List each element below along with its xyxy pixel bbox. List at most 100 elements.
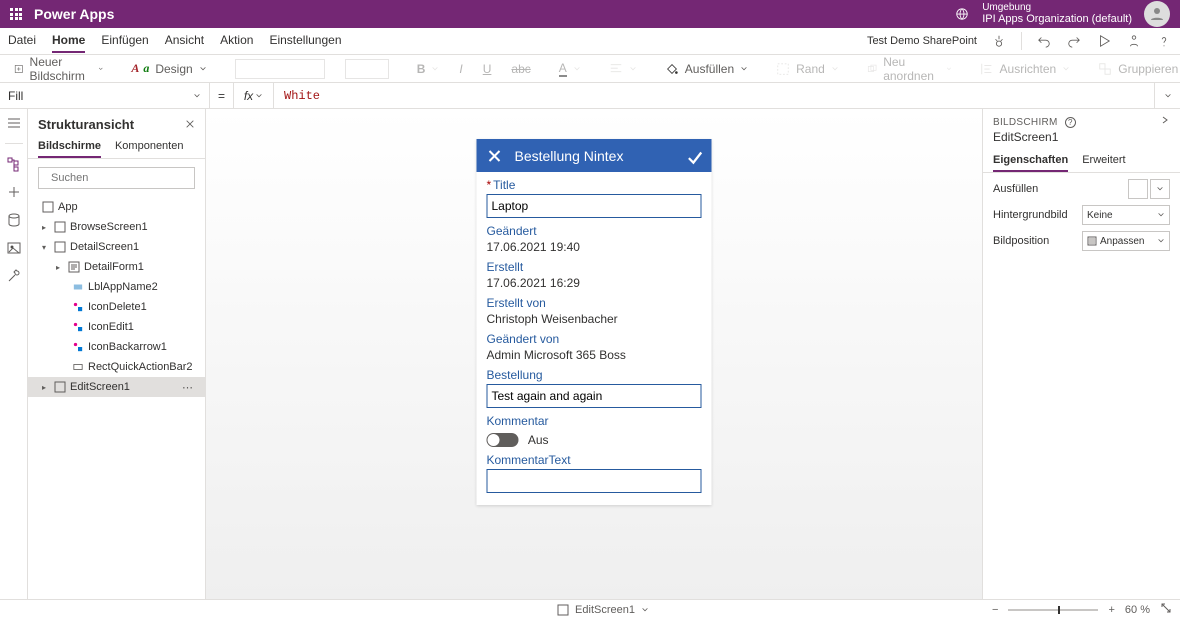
selected-screen-name: EditScreen1 <box>983 130 1180 150</box>
modifiedby-value: Admin Microsoft 365 Boss <box>487 348 702 362</box>
modifiedby-label: Geändert von <box>487 332 702 346</box>
close-icon[interactable] <box>487 148 503 164</box>
tree-item-rect[interactable]: RectQuickActionBar2 <box>28 357 205 377</box>
imagepos-dropdown[interactable]: Anpassen <box>1082 231 1170 251</box>
new-screen-button[interactable]: Neuer Bildschirm <box>8 55 109 83</box>
prop-row-fill: Ausfüllen <box>993 179 1170 199</box>
zoom-out-button[interactable]: − <box>992 604 998 616</box>
rect-icon <box>72 361 84 373</box>
divider <box>1021 32 1022 50</box>
redo-icon[interactable] <box>1066 33 1082 49</box>
imagepos-value: Anpassen <box>1100 236 1144 247</box>
waffle-icon[interactable] <box>10 8 22 20</box>
menu-ansicht[interactable]: Ansicht <box>165 29 204 53</box>
fill-color-picker[interactable] <box>1150 179 1170 199</box>
formula-expand-button[interactable] <box>1154 83 1180 108</box>
form-icon <box>68 261 80 273</box>
undo-icon[interactable] <box>1036 33 1052 49</box>
menu-aktion[interactable]: Aktion <box>220 29 253 53</box>
user-avatar[interactable] <box>1144 1 1170 27</box>
title-input[interactable] <box>487 194 702 218</box>
bgimage-value: Keine <box>1087 210 1113 221</box>
app-preview[interactable]: Bestellung Nintex *Title Geändert 17.06.… <box>477 139 712 505</box>
divider <box>5 143 23 144</box>
group-button: Gruppieren <box>1092 62 1180 76</box>
tree-item-lblappname[interactable]: LblAppName2 <box>28 277 205 297</box>
createdby-label: Erstellt von <box>487 296 702 310</box>
border-label: Rand <box>796 62 825 76</box>
menu-einstellungen[interactable]: Einstellungen <box>269 29 341 53</box>
kommentar-toggle[interactable] <box>487 433 519 447</box>
bestellung-label: Bestellung <box>487 368 702 382</box>
kommentartext-input[interactable] <box>487 469 702 493</box>
environment-icon[interactable] <box>954 6 970 22</box>
help-icon[interactable]: ? <box>1065 117 1076 128</box>
tree-label: App <box>58 201 78 213</box>
caret-icon: ▾ <box>42 243 50 252</box>
border-button: Rand <box>770 62 845 76</box>
fx-button[interactable]: fx <box>234 83 274 108</box>
tab-components[interactable]: Komponenten <box>115 136 184 158</box>
media-icon[interactable] <box>6 240 22 256</box>
prop-imagepos-label: Bildposition <box>993 235 1049 247</box>
tree-item-app[interactable]: App <box>28 197 205 217</box>
tree-label: EditScreen1 <box>70 381 130 393</box>
menu-home[interactable]: Home <box>52 29 85 53</box>
tree-item-iconedit[interactable]: IconEdit1 <box>28 317 205 337</box>
bestellung-input[interactable] <box>487 384 702 408</box>
tab-properties[interactable]: Eigenschaften <box>993 150 1068 172</box>
property-select[interactable]: Fill <box>0 83 210 108</box>
chevron-down-icon[interactable] <box>641 606 649 614</box>
environment-block[interactable]: Umgebung IPI Apps Organization (default) <box>982 2 1132 25</box>
zoom-in-button[interactable]: + <box>1108 604 1114 616</box>
tab-screens[interactable]: Bildschirme <box>38 136 101 158</box>
fill-label: Ausfüllen <box>685 62 734 76</box>
fill-color-swatch[interactable] <box>1128 179 1148 199</box>
properties-panel: BILDSCHIRM ? EditScreen1 Eigenschaften E… <box>982 109 1180 599</box>
caret-icon: ▸ <box>42 223 50 232</box>
tree-item-detailscreen[interactable]: ▾ DetailScreen1 <box>28 237 205 257</box>
ribbon: Neuer Bildschirm Aa Design B I U abc A A… <box>0 55 1180 83</box>
insert-icon[interactable] <box>6 184 22 200</box>
app-header: Power Apps Umgebung IPI Apps Organizatio… <box>0 0 1180 28</box>
bgimage-dropdown[interactable]: Keine <box>1082 205 1170 225</box>
design-button[interactable]: Aa Design <box>125 61 212 76</box>
tree-item-editscreen[interactable]: ▸ EditScreen1 ⋯ <box>28 377 205 397</box>
collapse-icon[interactable] <box>1160 115 1170 128</box>
data-icon[interactable] <box>6 212 22 228</box>
tree-label: LblAppName2 <box>88 281 158 293</box>
new-screen-label: Neuer Bildschirm <box>30 55 92 83</box>
tools-icon[interactable] <box>6 268 22 284</box>
tree-item-iconback[interactable]: IconBackarrow1 <box>28 337 205 357</box>
canvas-area[interactable]: Bestellung Nintex *Title Geändert 17.06.… <box>206 109 982 599</box>
datasource-name[interactable]: Test Demo SharePoint <box>867 35 977 47</box>
tree-title: Strukturansicht <box>38 117 134 132</box>
zoom-slider[interactable] <box>1008 609 1098 611</box>
fill-button[interactable]: Ausfüllen <box>659 62 754 76</box>
play-icon[interactable] <box>1096 33 1112 49</box>
modified-label: Geändert <box>487 224 702 238</box>
more-icon[interactable]: ⋯ <box>182 381 197 394</box>
help-icon[interactable] <box>1156 33 1172 49</box>
tree-item-detailform[interactable]: ▸ DetailForm1 <box>28 257 205 277</box>
hamburger-icon[interactable] <box>6 115 22 131</box>
tree-item-browsescreen[interactable]: ▸ BrowseScreen1 <box>28 217 205 237</box>
fullscreen-icon[interactable] <box>1160 602 1172 617</box>
menu-einfuegen[interactable]: Einfügen <box>101 29 148 53</box>
created-value: 17.06.2021 16:29 <box>487 276 702 290</box>
tree-item-icondelete[interactable]: IconDelete1 <box>28 297 205 317</box>
menu-datei[interactable]: Datei <box>8 29 36 53</box>
italic-button: I <box>453 62 468 76</box>
share-icon[interactable] <box>1126 33 1142 49</box>
tree-search[interactable] <box>38 167 195 189</box>
close-icon[interactable] <box>185 118 195 132</box>
submit-icon[interactable] <box>686 148 702 164</box>
title-label: Title <box>493 178 515 192</box>
app-checker-icon[interactable] <box>991 33 1007 49</box>
tree-label: RectQuickActionBar2 <box>88 361 193 373</box>
tab-advanced[interactable]: Erweitert <box>1082 150 1125 172</box>
tree-icon[interactable] <box>6 156 22 172</box>
search-input[interactable] <box>51 172 193 184</box>
status-breadcrumb[interactable]: EditScreen1 <box>575 604 635 616</box>
formula-input[interactable]: White <box>274 83 1154 108</box>
